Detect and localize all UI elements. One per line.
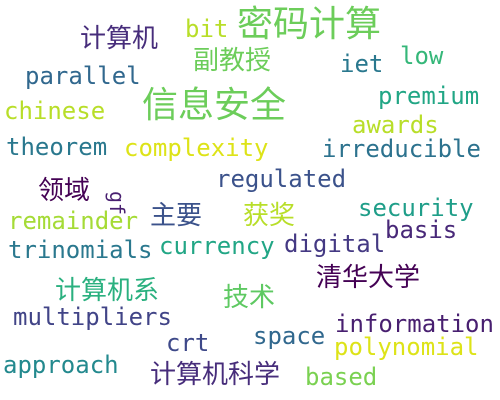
word-crt: crt <box>166 329 210 357</box>
word-jisuanji: 计算机 <box>80 24 159 54</box>
word-jisuanji-kexue: 计算机科学 <box>150 360 281 390</box>
word-trinomials: trinomials <box>8 236 153 264</box>
word-low: low <box>400 42 444 70</box>
word-iet: iet <box>340 50 384 78</box>
word-xinxi-anquan: 信息安全 <box>142 85 287 126</box>
word-jishu: 技术 <box>223 283 276 313</box>
word-awards: awards <box>352 111 439 139</box>
word-space: space <box>253 322 326 350</box>
word-premium: premium <box>378 82 480 110</box>
word-parallel: parallel <box>25 62 141 90</box>
word-fu-jiaoshou: 副教授 <box>193 46 272 76</box>
word-bit: bit <box>185 15 229 43</box>
word-complexity: complexity <box>124 134 269 162</box>
word-currency: currency <box>159 232 275 260</box>
word-huojiang: 获奖 <box>243 201 296 231</box>
word-mima-jisuan: 密码计算 <box>237 4 382 45</box>
word-basis: basis <box>385 216 458 244</box>
word-jisuanjixi: 计算机系 <box>55 276 160 306</box>
word-lingyu: 领域 <box>38 176 91 206</box>
word-remainder: remainder <box>8 207 139 235</box>
word-irreducible: irreducible <box>322 135 481 163</box>
word-approach: approach <box>3 351 119 379</box>
word-polynomial: polynomial <box>334 333 479 361</box>
word-chinese: chinese <box>4 97 106 125</box>
word-based: based <box>305 363 378 391</box>
word-multipliers: multipliers <box>13 303 172 331</box>
word-theorem: theorem <box>6 133 108 161</box>
word-zhuyao: 主要 <box>150 201 203 231</box>
word-cloud: 密码计算 信息安全 计算机 bit 副教授 iet low parallel c… <box>0 0 500 400</box>
word-digital: digital <box>284 230 386 258</box>
word-regulated: regulated <box>216 165 347 193</box>
word-qinghua-daxue: 清华大学 <box>316 263 421 293</box>
